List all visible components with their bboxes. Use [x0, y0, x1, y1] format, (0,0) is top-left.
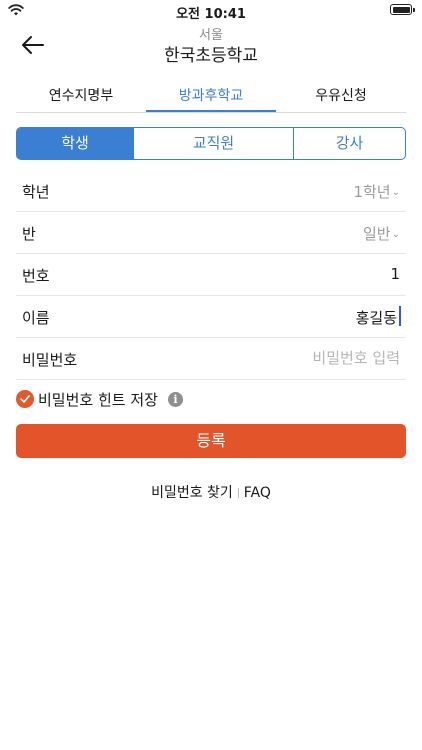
- tab-training-roster[interactable]: 연수지명부: [16, 82, 146, 112]
- faq-link[interactable]: FAQ: [244, 485, 271, 501]
- number-field[interactable]: 1: [390, 265, 400, 283]
- segment-student[interactable]: 학생: [17, 128, 133, 159]
- segment-instructor[interactable]: 강사: [293, 128, 405, 159]
- tab-milk-request[interactable]: 우유신청: [276, 82, 406, 112]
- class-label: 반: [22, 225, 36, 243]
- tab-after-school[interactable]: 방과후학교: [146, 82, 276, 112]
- class-row[interactable]: 반 일반⌄: [16, 212, 406, 254]
- checkmark-icon: [20, 395, 30, 403]
- name-label: 이름: [22, 309, 50, 327]
- class-value: 일반: [363, 225, 391, 243]
- grade-label: 학년: [22, 183, 50, 201]
- grade-select[interactable]: 1학년⌄: [353, 181, 400, 202]
- find-password-link[interactable]: 비밀번호 찾기: [151, 485, 233, 501]
- footer-links: 비밀번호 찾기 FAQ: [0, 482, 422, 502]
- register-button[interactable]: 등록: [16, 424, 406, 458]
- password-field[interactable]: [160, 346, 400, 370]
- hint-label: 비밀번호 힌트 저장: [38, 390, 158, 409]
- number-label: 번호: [22, 267, 50, 285]
- class-select[interactable]: 일반⌄: [363, 223, 400, 244]
- link-divider: [237, 488, 239, 498]
- page-title: 한국초등학교: [164, 46, 258, 66]
- number-row: 번호 1: [16, 254, 406, 296]
- password-hint-option: 비밀번호 힌트 저장 i: [16, 388, 183, 410]
- password-row: 비밀번호: [16, 338, 406, 380]
- grade-row[interactable]: 학년 1학년⌄: [16, 170, 406, 212]
- name-row: 이름 홍길동: [16, 296, 406, 338]
- password-label: 비밀번호: [22, 351, 78, 369]
- grade-value: 1학년: [353, 183, 391, 201]
- text-cursor: [399, 306, 401, 326]
- registration-form: 학년 1학년⌄ 반 일반⌄ 번호 1 이름 홍길동 비밀번호: [16, 170, 406, 380]
- hint-checkbox[interactable]: [16, 390, 34, 408]
- top-tab-bar: 연수지명부 방과후학교 우유신청: [16, 82, 406, 113]
- chevron-down-icon: ⌄: [391, 187, 400, 198]
- info-icon[interactable]: i: [167, 391, 183, 407]
- segment-staff[interactable]: 교직원: [133, 128, 293, 159]
- name-field[interactable]: 홍길동: [356, 307, 397, 328]
- status-time: 오전 10:41: [176, 7, 246, 22]
- nav-header: 서울 한국초등학교: [0, 22, 422, 72]
- user-type-segmented-control: 학생 교직원 강사: [16, 127, 406, 160]
- status-bar: 오전 10:41: [0, 0, 422, 22]
- chevron-down-icon: ⌄: [391, 229, 400, 240]
- battery-icon: [390, 4, 415, 15]
